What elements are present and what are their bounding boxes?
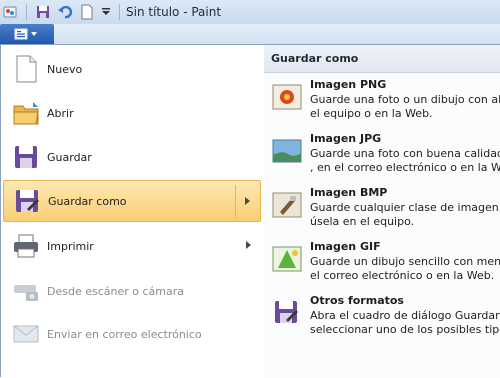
submenu-item-title: Otros formatos [310,294,404,307]
menu-item-enviar-correo: Enviar en correo electrónico [3,313,261,355]
toolbar-separator [119,4,120,20]
menu-item-label: Guardar como [48,194,127,208]
menu-item-imprimir[interactable]: Imprimir [3,225,261,267]
submenu-item-bmp[interactable]: Imagen BMP Guarde cualquier clase de ima… [270,186,500,240]
save-as-submenu: Guardar como Imagen PNG Guarde una foto … [264,45,500,378]
submenu-item-jpg[interactable]: Imagen JPG Guarde una foto con buena cal… [270,132,500,186]
submenu-item-gif[interactable]: Imagen GIF Guarde un dibujo sencillo con… [270,240,500,294]
save-floppy-icon [9,140,43,174]
paint-menu-button[interactable] [0,24,54,44]
scanner-camera-icon [9,274,43,308]
email-icon [9,317,43,351]
new-quick-icon[interactable] [77,2,97,22]
toolbar-separator [26,4,27,20]
menu-commands: Nuevo Abrir Guardar Guardar como Imprimi… [1,45,265,378]
bmp-image-icon [272,190,302,220]
menu-item-label: Guardar [47,150,92,164]
save-as-icon [10,184,44,218]
submenu-item-description: Guarde cualquier clase de imagen conúsel… [310,201,500,228]
submenu-item-title: Imagen PNG [310,78,387,91]
paint-menu-icon [14,28,37,40]
menu-item-label: Desde escáner o cámara [47,284,184,298]
menu-item-label: Nuevo [47,62,83,76]
gif-image-icon [272,244,302,274]
menu-item-guardar-como[interactable]: Guardar como [3,180,261,222]
paint-app-icon[interactable] [0,2,20,22]
window-title: Sin título - Paint [126,5,222,19]
split-divider [235,185,236,219]
menu-item-nuevo[interactable]: Nuevo [3,48,261,90]
quick-access-toolbar [0,0,126,24]
open-folder-icon [9,96,43,130]
menu-item-guardar[interactable]: Guardar [3,136,261,178]
submenu-item-png[interactable]: Imagen PNG Guarde una foto o un dibujo c… [270,78,500,132]
file-menu: Nuevo Abrir Guardar Guardar como Imprimi… [0,44,500,378]
customize-toolbar-icon[interactable] [99,2,113,22]
submenu-item-description: Abra el cuadro de diálogo Guardar co sele… [310,309,500,336]
submenu-header: Guardar como [264,45,500,73]
menu-item-label: Imprimir [47,239,94,253]
new-document-icon [9,52,43,86]
other-formats-icon [272,298,302,328]
menu-item-label: Abrir [47,106,74,120]
menu-item-abrir[interactable]: Abrir [3,92,261,134]
menu-item-label: Enviar en correo electrónico [47,327,202,341]
menu-item-escaner: Desde escáner o cámara [3,270,261,312]
submenu-item-otros-formatos[interactable]: Otros formatos Abra el cuadro de diálogo… [270,294,500,348]
printer-icon [9,229,43,263]
submenu-item-title: Imagen JPG [310,132,382,145]
submenu-item-description: Guarde un dibujo sencillo con menor el co… [310,255,500,282]
jpg-image-icon [272,136,302,166]
submenu-arrow-icon[interactable] [245,197,250,205]
ribbon-strip [0,24,500,45]
submenu-item-description: Guarde una foto con buena calidad y, en … [310,147,500,174]
undo-icon[interactable] [55,2,75,22]
submenu-item-description: Guarde una foto o un dibujo con alta el e… [310,93,500,120]
submenu-item-title: Imagen GIF [310,240,381,253]
submenu-arrow-icon[interactable] [246,241,251,249]
save-quick-icon[interactable] [33,2,53,22]
png-image-icon [272,82,302,112]
title-bar: Sin título - Paint [0,0,500,24]
submenu-item-title: Imagen BMP [310,186,388,199]
